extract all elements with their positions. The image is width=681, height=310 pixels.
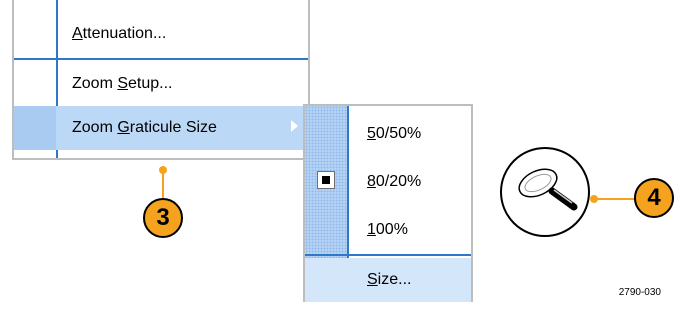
magnifier-icon bbox=[518, 168, 578, 211]
attenuation-rest: ttenuation... bbox=[82, 25, 167, 42]
menu-separator bbox=[14, 58, 308, 60]
menu-item-attenuation[interactable]: Attenuation... bbox=[14, 12, 308, 56]
submenu-item-50-50[interactable]: 50/50% bbox=[305, 114, 471, 154]
zoom-button[interactable] bbox=[500, 147, 590, 237]
step-callout-3: 3 bbox=[143, 198, 183, 238]
submenu-item-50-50-label: 50/50% bbox=[367, 125, 422, 142]
menu-item-zoom-setup[interactable]: Zoom Setup... bbox=[14, 62, 308, 106]
submenu-item-100-label: 100% bbox=[367, 221, 408, 238]
figure-id: 2790-030 bbox=[618, 287, 661, 298]
graticule-size-submenu: 50/50% 80/20% 100% Size... bbox=[303, 104, 473, 302]
step-callout-4: 4 bbox=[634, 178, 674, 218]
chevron-right-icon bbox=[291, 120, 298, 132]
context-menu: Attenuation... Zoom Setup... Zoom Gratic… bbox=[12, 0, 310, 160]
submenu-item-80-20[interactable]: 80/20% bbox=[305, 162, 471, 202]
submenu-item-80-20-label: 80/20% bbox=[367, 173, 422, 190]
checkmark-box-icon bbox=[317, 171, 335, 189]
callout-4-leader-line bbox=[594, 198, 636, 200]
submenu-separator bbox=[305, 254, 471, 256]
menu-item-gutter-highlight bbox=[14, 106, 56, 150]
menu-item-attenuation-label: Attenuation... bbox=[72, 25, 167, 42]
submenu-item-100[interactable]: 100% bbox=[305, 210, 471, 250]
submenu-item-size-label: Size... bbox=[367, 271, 412, 288]
menu-item-zoom-graticule-size-label: Zoom Graticule Size bbox=[72, 119, 217, 136]
menu-item-zoom-graticule-size[interactable]: Zoom Graticule Size bbox=[14, 106, 308, 150]
callout-3-leader-line bbox=[162, 170, 164, 198]
submenu-item-size[interactable]: Size... bbox=[305, 258, 471, 302]
menu-item-zoom-setup-label: Zoom Setup... bbox=[72, 75, 173, 92]
